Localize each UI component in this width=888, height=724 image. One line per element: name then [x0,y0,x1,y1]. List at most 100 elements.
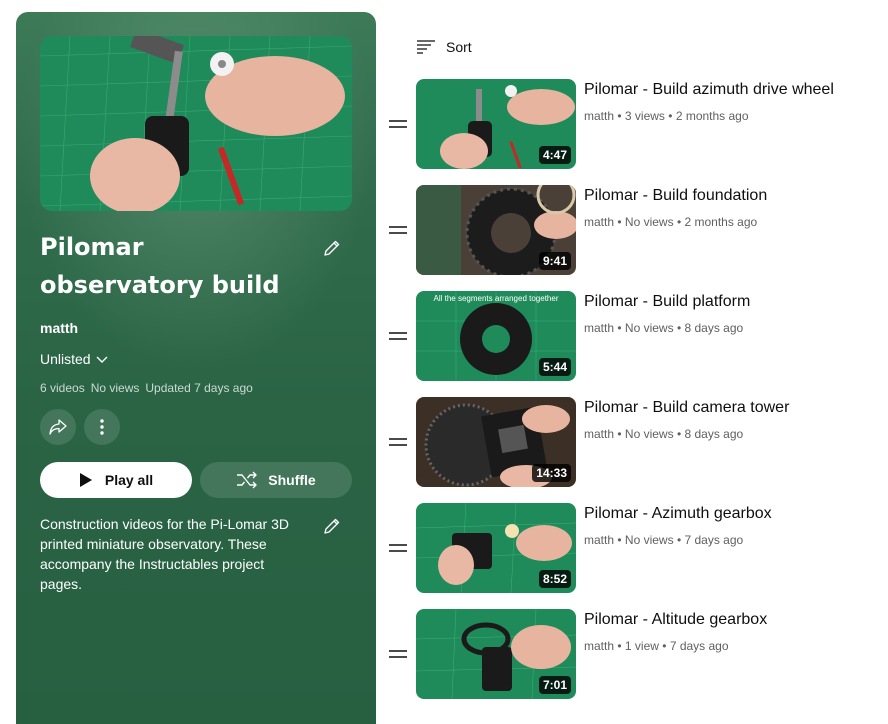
video-thumbnail[interactable]: All the segments arranged together 5:44 [416,291,576,381]
playlist-thumbnail-image [40,36,352,211]
video-title[interactable]: Pilomar - Build camera tower [584,397,874,419]
drag-handle[interactable] [388,645,408,663]
meta-separator: • [676,533,682,547]
video-meta: matth • No views • 8 days ago [584,321,743,335]
video-thumbnail[interactable]: 7:01 [416,609,576,699]
video-meta: matth • 1 view • 7 days ago [584,639,729,653]
video-meta: matth • No views • 7 days ago [584,533,743,547]
view-count: No views [90,381,140,395]
video-age: 8 days ago [684,321,744,335]
video-views: 3 views [624,109,665,123]
video-thumbnail[interactable]: 8:52 [416,503,576,593]
privacy-label: Unlisted [40,351,91,367]
video-meta: matth • 3 views • 2 months ago [584,109,749,123]
video-channel[interactable]: matth [584,109,614,123]
video-duration: 9:41 [538,252,571,270]
video-duration: 4:47 [538,146,571,164]
drag-handle-icon [389,650,407,658]
meta-separator: • [617,427,622,441]
edit-description-button[interactable] [314,508,350,544]
video-title[interactable]: Pilomar - Build platform [584,291,874,313]
video-meta: matth • No views • 2 months ago [584,215,757,229]
video-item[interactable]: 7:01 Pilomar - Altitude gearbox matth • … [388,609,878,699]
meta-separator: • [617,109,622,123]
video-channel[interactable]: matth [584,533,614,547]
meta-separator: • [617,215,622,229]
video-age: 7 days ago [669,639,729,653]
video-thumbnail[interactable]: 14:33 [416,397,576,487]
share-icon [49,419,67,435]
drag-handle[interactable] [388,221,408,239]
video-age: 2 months ago [675,109,749,123]
meta-separator: • [617,639,622,653]
video-duration: 7:01 [538,676,571,694]
pencil-icon [324,518,340,534]
video-channel[interactable]: matth [584,639,614,653]
play-all-label: Play all [104,472,154,488]
playlist-header-panel: Pilomar observatory build matth Unlisted… [16,12,376,724]
video-views: 1 view [624,639,659,653]
video-item[interactable]: All the segments arranged together 5:44 … [388,291,878,381]
updated-date: Updated 7 days ago [145,381,253,395]
video-title[interactable]: Pilomar - Build foundation [584,185,874,207]
pencil-icon [324,240,340,256]
video-title[interactable]: Pilomar - Build azimuth drive wheel [584,79,874,101]
chevron-down-icon [96,356,108,363]
thumbnail-caption: All the segments arranged together [433,294,559,303]
meta-separator: • [617,533,622,547]
shuffle-button[interactable]: Shuffle [200,462,352,498]
video-views: No views [624,427,674,441]
sort-icon [417,40,435,54]
shuffle-label: Shuffle [268,472,316,488]
playlist-owner[interactable]: matth [40,320,78,336]
share-button[interactable] [40,409,76,445]
drag-handle[interactable] [388,115,408,133]
video-channel[interactable]: matth [584,321,614,335]
privacy-dropdown[interactable]: Unlisted [40,351,109,367]
video-item[interactable]: 8:52 Pilomar - Azimuth gearbox matth • N… [388,503,878,593]
meta-separator: • [662,639,667,653]
video-channel[interactable]: matth [584,427,614,441]
video-views: No views [624,321,674,335]
sort-label: Sort [446,39,472,55]
video-duration: 5:44 [538,358,571,376]
meta-separator: • [668,109,673,123]
video-title[interactable]: Pilomar - Altitude gearbox [584,609,874,631]
drag-handle[interactable] [388,327,408,345]
sort-button[interactable]: Sort [416,34,472,60]
video-age: 7 days ago [684,533,744,547]
playlist-title: Pilomar observatory build [40,233,280,299]
drag-handle[interactable] [388,539,408,557]
video-views: No views [624,215,674,229]
video-age: 2 months ago [684,215,758,229]
drag-handle[interactable] [388,433,408,451]
video-meta: matth • No views • 8 days ago [584,427,743,441]
video-views: No views [624,533,674,547]
video-item[interactable]: 4:47 Pilomar - Build azimuth drive wheel… [388,79,878,169]
video-age: 8 days ago [684,427,744,441]
play-all-button[interactable]: Play all [40,462,192,498]
more-vert-icon [100,419,104,435]
meta-separator: • [676,427,682,441]
play-icon [79,473,92,487]
meta-separator: • [676,215,682,229]
edit-title-button[interactable] [314,230,350,266]
more-actions-button[interactable] [84,409,120,445]
video-count: 6 videos [40,381,85,395]
video-duration: 14:33 [532,464,571,482]
video-item[interactable]: 14:33 Pilomar - Build camera tower matth… [388,397,878,487]
drag-handle-icon [389,332,407,340]
meta-separator: • [617,321,622,335]
shuffle-icon [237,471,257,489]
video-item[interactable]: 9:41 Pilomar - Build foundation matth • … [388,185,878,275]
video-channel[interactable]: matth [584,215,614,229]
playlist-thumbnail[interactable] [40,36,352,211]
video-thumbnail[interactable]: 9:41 [416,185,576,275]
drag-handle-icon [389,544,407,552]
video-title[interactable]: Pilomar - Azimuth gearbox [584,503,874,525]
playlist-stats: 6 videos No views Updated 7 days ago [40,381,253,395]
video-duration: 8:52 [538,570,571,588]
meta-separator: • [676,321,682,335]
drag-handle-icon [389,438,407,446]
video-thumbnail[interactable]: 4:47 [416,79,576,169]
